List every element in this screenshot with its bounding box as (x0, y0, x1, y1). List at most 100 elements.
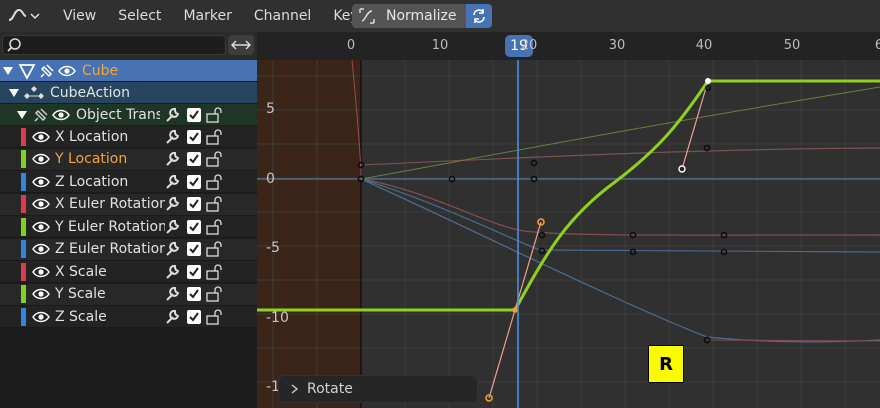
channel-label: Z Euler Rotation (55, 241, 165, 257)
normalize-button[interactable]: Normalize (352, 4, 466, 28)
fcurve-channel-row[interactable]: Z Scale (0, 306, 257, 328)
menu-channel[interactable]: Channel (243, 8, 322, 24)
eye-icon[interactable] (32, 308, 50, 326)
action-icon (24, 85, 44, 99)
wrench-icon[interactable] (164, 151, 180, 167)
channel-color-swatch (21, 127, 26, 146)
unlock-icon[interactable] (206, 151, 224, 167)
channel-label: Y Scale (55, 286, 106, 302)
expand-triangle-icon[interactable] (2, 65, 14, 77)
channel-color-swatch (21, 217, 26, 236)
checkbox-icon[interactable] (187, 309, 201, 324)
eye-icon[interactable] (58, 62, 76, 80)
eye-icon[interactable] (32, 218, 50, 236)
eye-icon[interactable] (32, 128, 50, 146)
fcurve-channel-row[interactable]: Z Euler Rotation (0, 238, 257, 261)
checkbox-icon[interactable] (187, 219, 201, 234)
keyframe-point-white (705, 78, 711, 84)
expand-triangle-icon[interactable] (8, 87, 20, 99)
menu-bar: View Select Marker Channel Key (52, 8, 370, 24)
wrench-icon[interactable] (164, 241, 180, 257)
channel-label: Z Scale (55, 308, 107, 325)
menu-marker[interactable]: Marker (172, 8, 242, 24)
search-row (0, 32, 257, 60)
wrench-icon[interactable] (164, 196, 180, 212)
graph-area[interactable]: 19 0 10 20 30 40 50 6 (257, 32, 880, 408)
expand-triangle-icon[interactable] (16, 109, 28, 121)
chevron-right-icon (291, 384, 299, 394)
checkbox-icon[interactable] (187, 242, 201, 256)
swap-filter-button[interactable] (228, 35, 254, 55)
unlock-icon[interactable] (206, 128, 224, 145)
fcurve-channel-row[interactable]: X Location (0, 126, 257, 148)
channel-color-swatch (21, 150, 26, 168)
eye-icon[interactable] (32, 285, 50, 303)
swap-arrows-icon (231, 40, 251, 50)
eye-icon[interactable] (32, 173, 50, 191)
curve-canvas[interactable] (257, 32, 880, 408)
operator-redo-panel[interactable]: Rotate (278, 375, 478, 403)
eye-icon[interactable] (52, 106, 70, 124)
unlock-icon[interactable] (206, 286, 224, 302)
operator-label: Rotate (307, 381, 353, 397)
wrench-icon[interactable] (164, 107, 180, 123)
checkbox-icon[interactable] (187, 287, 201, 301)
unlock-icon[interactable] (206, 241, 224, 257)
unlock-icon[interactable] (206, 196, 224, 212)
graph-editor-icon (8, 8, 27, 21)
eye-icon[interactable] (32, 150, 50, 168)
channel-group[interactable]: Object Transf (0, 104, 257, 126)
unlock-icon[interactable] (206, 173, 224, 190)
channel-color-swatch (21, 195, 26, 213)
checkbox-icon[interactable] (187, 197, 201, 211)
channel-color-swatch (21, 307, 26, 326)
wrench-icon[interactable] (164, 286, 180, 302)
checkbox-icon[interactable] (187, 264, 201, 279)
unlock-icon[interactable] (206, 106, 224, 123)
value-axis-label: 5 (266, 101, 275, 117)
wrench-icon[interactable] (164, 219, 180, 235)
eye-icon[interactable] (32, 240, 50, 258)
fcurve-channel-row[interactable]: Y Euler Rotation (0, 216, 257, 238)
channel-label: X Euler Rotation (55, 196, 165, 212)
wrench-icon[interactable] (164, 264, 180, 280)
checkbox-icon[interactable] (187, 174, 201, 189)
header-bar: View Select Marker Channel Key Normalize (0, 0, 880, 32)
fcurve-channel-row[interactable]: Z Location (0, 171, 257, 193)
pin-icon[interactable] (32, 106, 50, 124)
fcurve-channel-row[interactable]: Y Location (0, 148, 257, 171)
ruler-tick-label: 30 (608, 38, 626, 53)
eye-icon[interactable] (32, 195, 50, 213)
menu-select[interactable]: Select (107, 8, 172, 24)
normalize-group: Normalize (352, 4, 492, 28)
wrench-icon[interactable] (164, 129, 180, 145)
wrench-icon[interactable] (164, 174, 180, 190)
ruler-tick-label: 6 (874, 38, 880, 53)
unlock-icon[interactable] (206, 218, 224, 235)
auto-normalize-toggle[interactable] (466, 4, 492, 28)
fcurve-channel-row[interactable]: X Scale (0, 261, 257, 283)
checkbox-icon[interactable] (187, 129, 201, 144)
fcurve-channel-row[interactable]: Y Scale (0, 283, 257, 306)
pin-icon[interactable] (38, 62, 56, 80)
ruler-tick-label: 20 (520, 38, 538, 53)
search-input[interactable] (2, 35, 226, 55)
channel-object-cube[interactable]: Cube (0, 60, 257, 82)
eye-icon[interactable] (32, 263, 50, 281)
object-icon (18, 63, 36, 80)
checkbox-icon[interactable] (187, 107, 201, 122)
unlock-icon[interactable] (206, 263, 224, 280)
editor-type-button[interactable] (6, 4, 46, 28)
channel-label: Y Location (55, 151, 128, 167)
channel-region: Cube CubeAction Object Transf X Location… (0, 32, 257, 408)
channel-color-swatch (21, 285, 26, 303)
menu-view[interactable]: View (52, 8, 107, 24)
channel-action[interactable]: CubeAction (0, 82, 257, 104)
channel-color-swatch (21, 172, 26, 191)
fcurve-channel-row[interactable]: X Euler Rotation (0, 193, 257, 216)
wrench-icon[interactable] (164, 309, 180, 325)
normalize-icon (359, 8, 375, 24)
checkbox-icon[interactable] (187, 152, 201, 166)
unlock-icon[interactable] (206, 308, 224, 325)
channel-label: Z Location (55, 173, 129, 190)
